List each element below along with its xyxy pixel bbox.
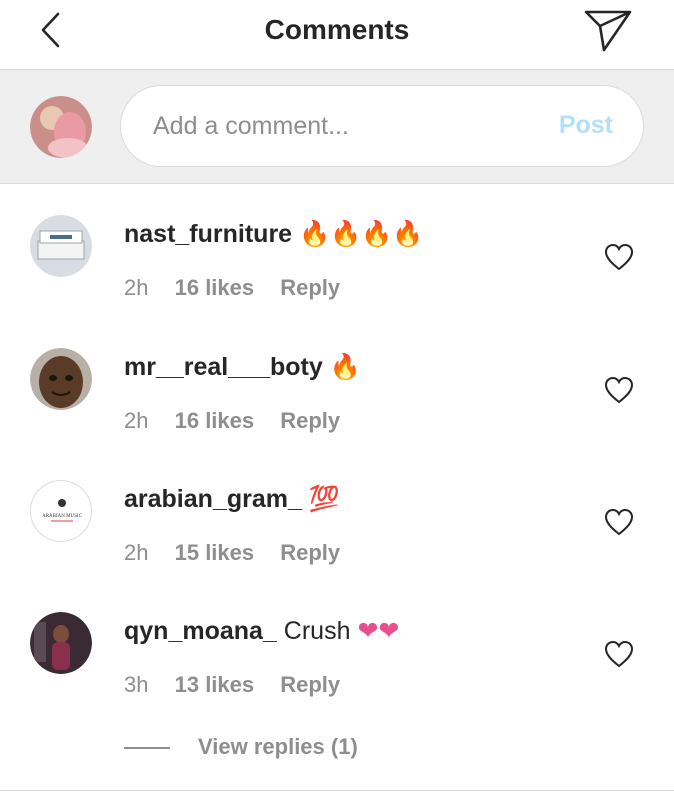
commenter-avatar[interactable] xyxy=(30,348,92,410)
current-user-avatar xyxy=(30,96,92,158)
comment-likes[interactable]: 16 likes xyxy=(175,275,255,300)
like-heart-icon[interactable] xyxy=(604,640,634,668)
comment-username[interactable]: mr__real___boty xyxy=(124,353,323,381)
comment-text: mr__real___boty 🔥 xyxy=(124,352,361,382)
comment-username[interactable]: qyn_moana_ xyxy=(124,617,277,645)
reply-button[interactable]: Reply xyxy=(280,540,340,565)
comment-likes[interactable]: 13 likes xyxy=(175,672,255,697)
like-heart-icon[interactable] xyxy=(604,243,634,271)
comment-time: 2h xyxy=(124,408,149,433)
view-replies-label: View replies (1) xyxy=(198,734,358,759)
page-title: Comments xyxy=(264,14,410,45)
comment-input[interactable]: Add a comment... Post xyxy=(120,85,644,167)
header-bar: Comments xyxy=(0,0,674,70)
comment-time: 2h xyxy=(124,540,149,565)
send-icon[interactable] xyxy=(582,4,634,56)
commenter-avatar[interactable] xyxy=(30,612,92,674)
comment-username[interactable]: nast_furniture xyxy=(124,220,292,248)
comment-item: ARABIAN MUSIC arabian_gram_ 💯 2h 15 like… xyxy=(0,480,674,611)
comment-meta: 2h 16 likes Reply xyxy=(124,408,360,434)
post-button[interactable]: Post xyxy=(559,111,613,140)
like-heart-icon[interactable] xyxy=(604,376,634,404)
comment-item: nast_furniture 🔥🔥🔥🔥 2h 16 likes Reply xyxy=(0,215,674,346)
comment-meta: 2h 16 likes Reply xyxy=(124,275,360,301)
comment-item: mr__real___boty 🔥 2h 16 likes Reply xyxy=(0,348,674,479)
view-replies-button[interactable]: View replies (1) xyxy=(124,734,358,764)
comment-text: nast_furniture 🔥🔥🔥🔥 xyxy=(124,219,424,249)
like-heart-icon[interactable] xyxy=(604,508,634,536)
replies-divider-line xyxy=(124,747,170,750)
reply-button[interactable]: Reply xyxy=(280,275,340,300)
avatar-logo-text: ARABIAN MUSIC xyxy=(42,514,83,519)
comment-text: qyn_moana_ Crush ❤❤ xyxy=(124,616,399,646)
comment-likes[interactable]: 15 likes xyxy=(175,540,255,565)
comment-meta: 2h 15 likes Reply xyxy=(124,540,360,566)
bottom-divider xyxy=(0,790,674,791)
comment-text: arabian_gram_ 💯 xyxy=(124,484,340,514)
comment-body: Crush xyxy=(283,617,351,645)
reply-button[interactable]: Reply xyxy=(280,408,340,433)
comment-input-placeholder: Add a comment... xyxy=(153,112,349,140)
comment-item: qyn_moana_ Crush ❤❤ 3h 13 likes Reply xyxy=(0,612,674,743)
comment-time: 3h xyxy=(124,672,149,697)
comment-meta: 3h 13 likes Reply xyxy=(124,672,360,698)
comment-emoji: 💯 xyxy=(308,484,340,513)
commenter-avatar[interactable]: ARABIAN MUSIC xyxy=(30,480,92,542)
comment-emoji: ❤❤ xyxy=(357,616,400,645)
comment-compose-bar: Add a comment... Post xyxy=(0,70,674,184)
comment-likes[interactable]: 16 likes xyxy=(175,408,255,433)
reply-button[interactable]: Reply xyxy=(280,672,340,697)
comment-emoji: 🔥 xyxy=(329,352,361,381)
commenter-avatar[interactable] xyxy=(30,215,92,277)
comment-emoji: 🔥🔥🔥🔥 xyxy=(299,219,424,248)
comment-time: 2h xyxy=(124,275,149,300)
comment-username[interactable]: arabian_gram_ xyxy=(124,485,302,513)
